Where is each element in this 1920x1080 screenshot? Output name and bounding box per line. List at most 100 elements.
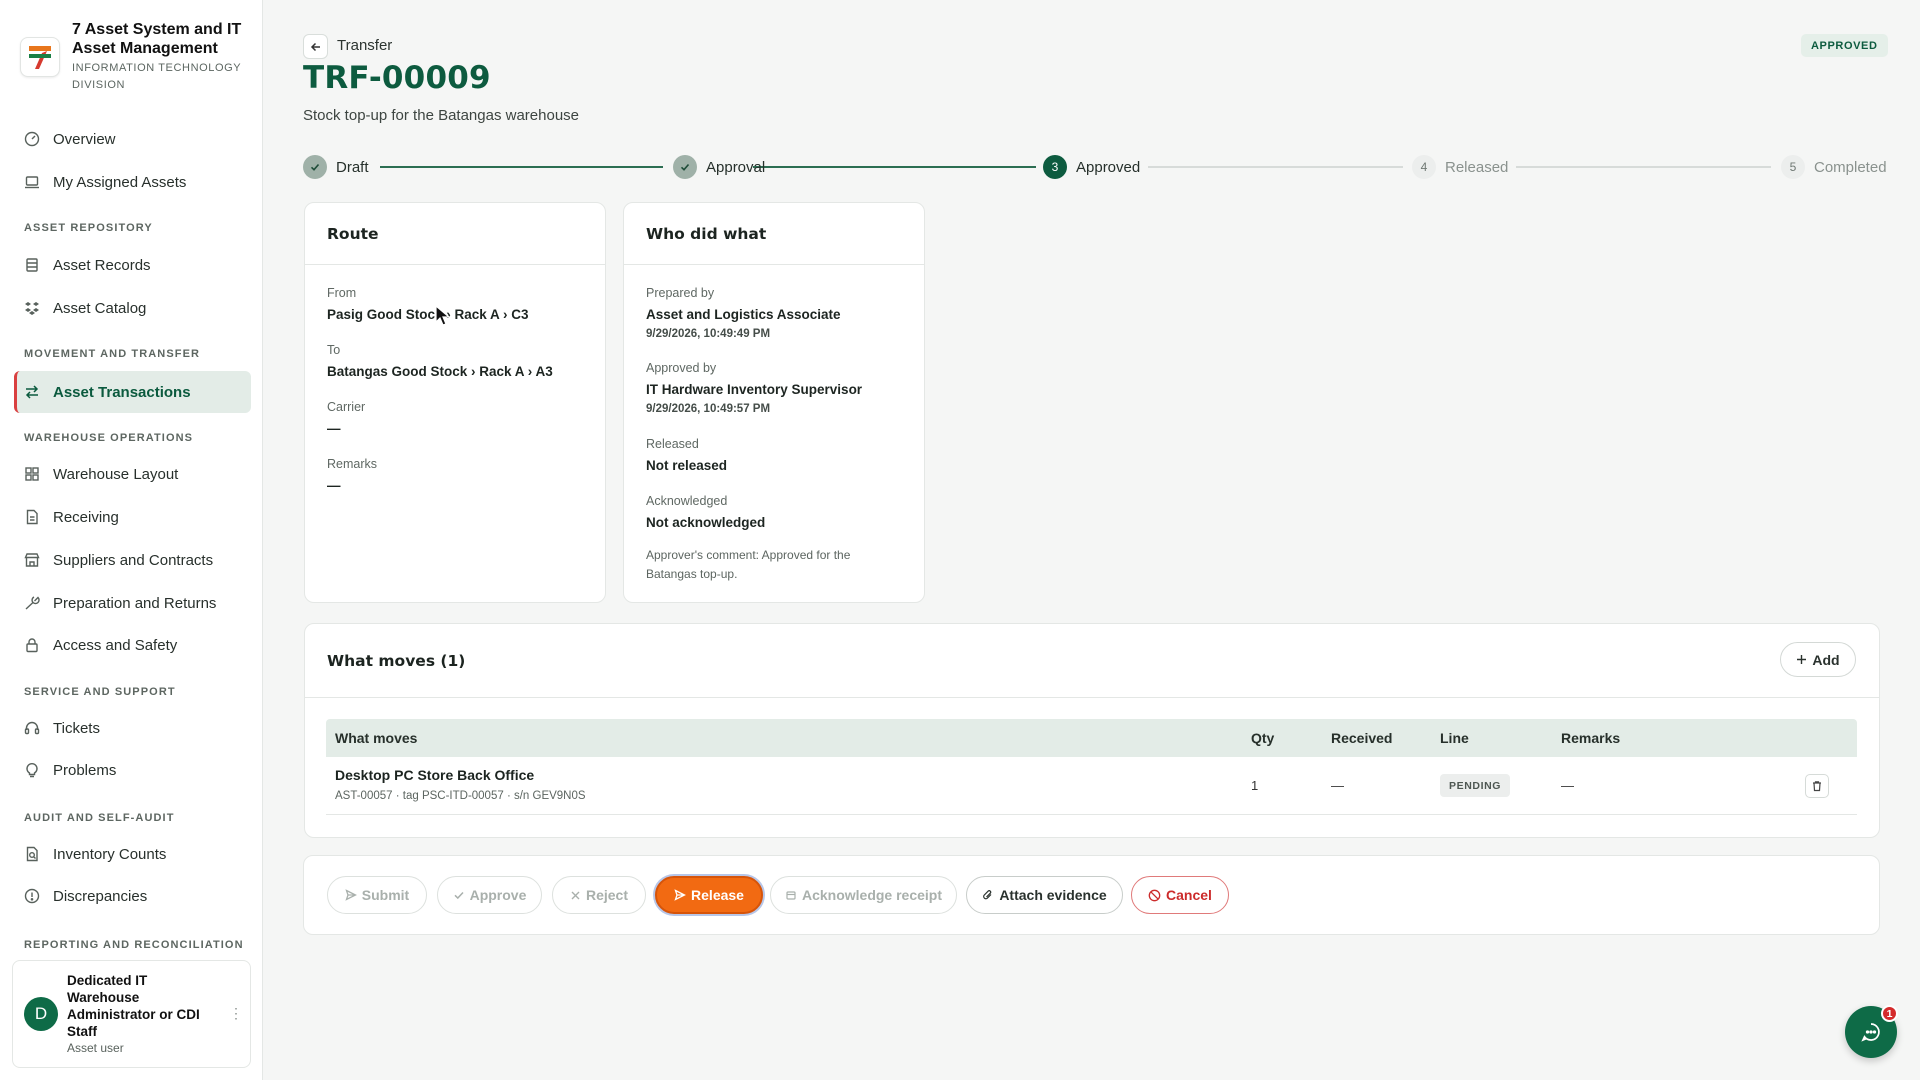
sidebar-item-receiving[interactable]: Receiving xyxy=(14,497,251,537)
prepared-date: 9/29/2026, 10:49:49 PM xyxy=(646,328,771,340)
step-label: Draft xyxy=(336,158,369,176)
sidebar-item-problems[interactable]: Problems xyxy=(14,750,251,790)
delete-row-button[interactable] xyxy=(1805,774,1829,798)
step-number: 5 xyxy=(1781,155,1805,179)
more-vertical-icon[interactable]: ⋮ xyxy=(229,1005,243,1022)
step-approved: 3 Approved xyxy=(1043,154,1140,180)
sidebar-item-label: Asset Catalog xyxy=(53,299,147,317)
sidebar-item-label: My Assigned Assets xyxy=(53,173,187,191)
release-button[interactable]: Release xyxy=(655,876,763,914)
column-header-received: Received xyxy=(1331,730,1393,746)
column-header-what-moves: What moves xyxy=(335,730,418,746)
prepared-by-label: Prepared by xyxy=(646,286,715,300)
paperclip-icon xyxy=(983,890,992,900)
sidebar-item-my-assigned-assets[interactable]: My Assigned Assets xyxy=(14,162,251,202)
headset-icon xyxy=(23,719,41,737)
avatar: D xyxy=(24,997,58,1031)
wrench-icon xyxy=(23,594,41,612)
sidebar-item-label: Access and Safety xyxy=(53,636,178,654)
table-row: Desktop PC Store Back Office AST-00057 ·… xyxy=(326,757,1857,815)
submit-button[interactable]: Submit xyxy=(327,876,427,914)
check-icon xyxy=(303,155,327,179)
section-service-and-support: SERVICE AND SUPPORT xyxy=(24,686,176,698)
step-connector xyxy=(1148,166,1403,168)
acknowledged-label: Acknowledged xyxy=(646,494,728,508)
approve-button[interactable]: Approve xyxy=(437,876,542,914)
grid-icon xyxy=(23,465,41,483)
x-icon xyxy=(571,891,580,899)
user-role: Asset user xyxy=(67,1041,124,1055)
breadcrumb[interactable]: Transfer xyxy=(337,37,392,54)
lock-icon xyxy=(23,636,41,654)
section-warehouse-operations: WAREHOUSE OPERATIONS xyxy=(24,432,194,444)
section-reporting-and-reconciliation: REPORTING AND RECONCILIATION xyxy=(24,939,244,951)
step-number: 3 xyxy=(1043,155,1067,179)
check-icon xyxy=(454,891,464,900)
sidebar-item-warehouse-layout[interactable]: Warehouse Layout xyxy=(14,454,251,494)
section-audit-and-self-audit: AUDIT AND SELF-AUDIT xyxy=(24,812,175,824)
laptop-icon xyxy=(23,173,41,191)
sidebar-item-overview[interactable]: Overview xyxy=(14,119,251,159)
chat-bubble-icon xyxy=(1861,1023,1880,1042)
item-name[interactable]: Desktop PC Store Back Office xyxy=(335,767,534,783)
remarks-label: Remarks xyxy=(327,457,378,471)
sidebar-item-preparation-and-returns[interactable]: Preparation and Returns xyxy=(14,583,251,623)
card-title: Who did what xyxy=(624,203,924,265)
sidebar-item-access-and-safety[interactable]: Access and Safety xyxy=(14,625,251,665)
send-icon xyxy=(674,889,686,901)
carrier-value: — xyxy=(327,421,341,436)
sidebar-item-asset-transactions[interactable]: Asset Transactions xyxy=(14,371,251,413)
user-card[interactable]: D Dedicated IT Warehouse Administrator o… xyxy=(12,960,251,1068)
sidebar-item-discrepancies[interactable]: Discrepancies xyxy=(14,876,251,916)
step-number: 4 xyxy=(1412,155,1436,179)
from-label: From xyxy=(327,286,357,300)
line-status-badge: PENDING xyxy=(1440,774,1511,797)
step-released: 4 Released xyxy=(1412,154,1508,180)
step-completed: 5 Completed xyxy=(1781,154,1887,180)
sidebar-item-asset-catalog[interactable]: Asset Catalog xyxy=(14,288,251,328)
arrow-left-icon xyxy=(310,42,320,51)
sidebar-item-label: Warehouse Layout xyxy=(53,465,179,483)
attach-label: Attach evidence xyxy=(999,887,1107,903)
approved-date: 9/29/2026, 10:49:57 PM xyxy=(646,403,771,415)
card-title: Route xyxy=(305,203,605,265)
table-header: What moves Qty Received Line Remarks xyxy=(326,719,1857,757)
acknowledge-receipt-button[interactable]: Acknowledge receipt xyxy=(770,876,957,914)
cancel-button[interactable]: Cancel xyxy=(1131,876,1229,914)
plus-icon xyxy=(1797,655,1807,664)
document-icon xyxy=(23,508,41,526)
sidebar-item-suppliers-and-contracts[interactable]: Suppliers and Contracts xyxy=(14,540,251,580)
to-label: To xyxy=(327,343,341,357)
approved-by-label: Approved by xyxy=(646,361,717,375)
back-button[interactable] xyxy=(303,34,328,59)
step-approval: Approval xyxy=(673,154,765,180)
sidebar-item-label: Problems xyxy=(53,761,117,779)
to-value: Batangas Good Stock › Rack A › A3 xyxy=(327,364,553,379)
released-label: Released xyxy=(646,437,699,451)
route-card: Route From Pasig Good Stock › Rack A › C… xyxy=(304,202,606,603)
step-label: Approval xyxy=(706,158,766,176)
ban-icon xyxy=(1148,889,1161,901)
catalog-icon xyxy=(23,299,41,317)
reject-button[interactable]: Reject xyxy=(552,876,646,914)
sidebar-item-inventory-counts[interactable]: Inventory Counts xyxy=(14,834,251,874)
sidebar: 7 Asset System and IT Asset Management I… xyxy=(0,0,263,1080)
sidebar-item-label: Inventory Counts xyxy=(53,845,167,863)
count-icon xyxy=(23,845,41,863)
section-movement-and-transfer: MOVEMENT AND TRANSFER xyxy=(24,348,201,360)
acknowledge-label: Acknowledge receipt xyxy=(801,887,943,903)
acknowledged-value: Not acknowledged xyxy=(646,515,766,530)
sidebar-item-tickets[interactable]: Tickets xyxy=(14,708,251,748)
sidebar-item-label: Overview xyxy=(53,130,116,148)
gauge-icon xyxy=(23,130,41,148)
attach-evidence-button[interactable]: Attach evidence xyxy=(966,876,1123,914)
reject-label: Reject xyxy=(585,887,629,903)
brand-logo[interactable] xyxy=(20,37,60,77)
sidebar-item-asset-records[interactable]: Asset Records xyxy=(14,245,251,285)
mouse-cursor-icon xyxy=(435,305,451,326)
sidebar-item-label: Receiving xyxy=(53,508,119,526)
add-item-button[interactable]: Add xyxy=(1780,642,1856,677)
step-connector xyxy=(753,166,1036,168)
store-icon xyxy=(23,551,41,569)
sidebar-item-label: Tickets xyxy=(53,719,100,737)
